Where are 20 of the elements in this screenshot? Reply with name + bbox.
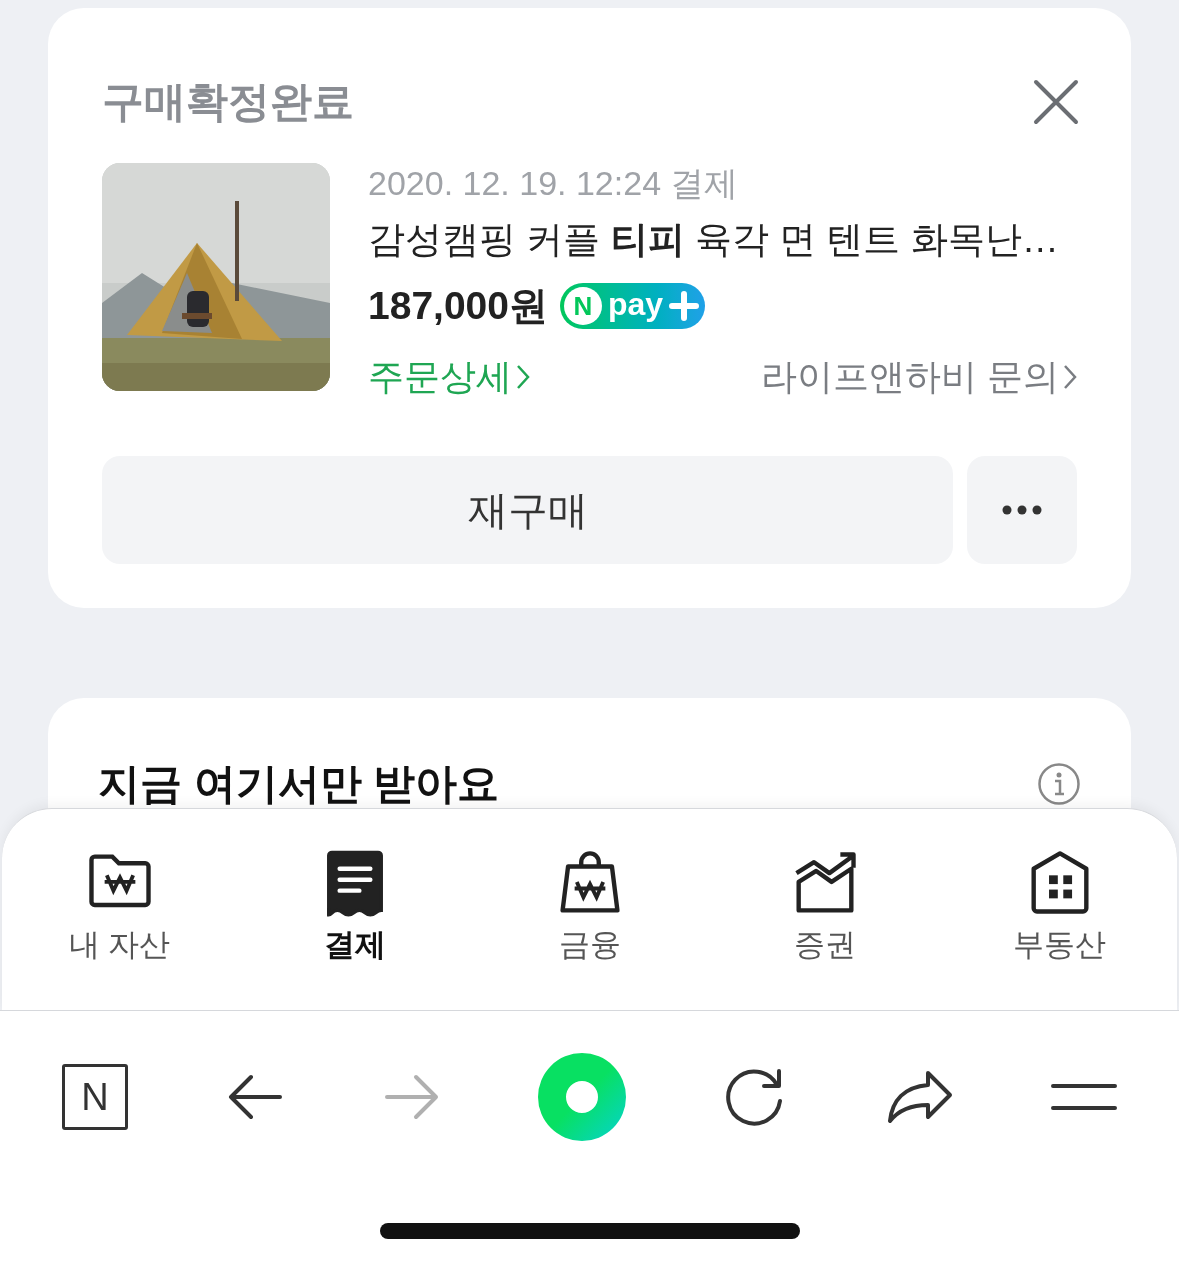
bottom-tab[interactable]: 결제 — [317, 849, 392, 963]
rebuy-button[interactable]: 재구매 — [102, 455, 953, 564]
order-status: 구매확정완료 — [102, 77, 354, 127]
payment-date: 2020. 12. 19. 12:24 결제 — [368, 163, 740, 203]
product-title[interactable]: 감성캠핑 커플 티피 육각 면 텐트 화목난… — [368, 217, 1077, 263]
bottom-tab[interactable]: 부동산 — [1009, 849, 1110, 963]
bottom-tab[interactable]: 증권 — [787, 849, 862, 963]
plus-icon — [669, 291, 700, 322]
inquiry-link[interactable]: 라이프앤하비 문의 — [761, 349, 1077, 404]
price: 187,000원 — [368, 283, 548, 329]
bottom-tab[interactable]: 내 자산 — [64, 849, 175, 963]
bottom-tab[interactable]: 금융 — [552, 849, 627, 963]
npay-badge: N pay — [560, 283, 706, 330]
chevron-icon — [1063, 363, 1077, 390]
promo-title: 지금 여기서만 받아요 — [98, 760, 500, 808]
menu-icon[interactable] — [1050, 1082, 1117, 1112]
more-icon — [1002, 504, 1042, 515]
chevron-icon — [516, 363, 530, 390]
info-icon[interactable] — [1037, 762, 1081, 806]
home-button[interactable]: N — [62, 1064, 128, 1130]
